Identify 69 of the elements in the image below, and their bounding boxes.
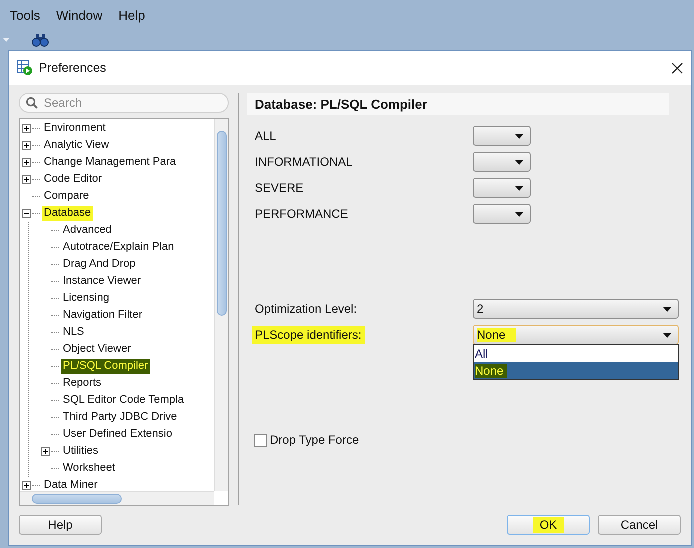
expand-icon[interactable]: [22, 141, 31, 150]
field-label: PERFORMANCE: [255, 207, 350, 221]
dropdown[interactable]: None: [473, 325, 679, 345]
expand-icon[interactable]: [22, 175, 31, 184]
scrollbar-thumb[interactable]: [32, 494, 122, 504]
scrollbar-thumb[interactable]: [216, 131, 226, 316]
search-icon: [26, 97, 38, 109]
dropdown[interactable]: [473, 126, 531, 146]
tree-item[interactable]: Code Editor: [42, 172, 104, 187]
help-button[interactable]: Help: [19, 515, 102, 535]
expand-icon[interactable]: [22, 124, 31, 133]
caret-icon: [663, 306, 672, 312]
search-field[interactable]: Search: [19, 93, 229, 113]
expand-icon[interactable]: [22, 158, 31, 167]
window-title: Preferences: [39, 61, 106, 75]
close-icon[interactable]: [672, 62, 683, 74]
tree-item[interactable]: Instance Viewer: [61, 274, 144, 289]
menu-item[interactable]: Help: [118, 8, 146, 22]
tree-item[interactable]: Change Management Para: [42, 155, 178, 170]
horizontal-scrollbar[interactable]: [20, 491, 214, 505]
tree-item[interactable]: Reports: [61, 376, 104, 391]
tree-item[interactable]: Third Party JDBC Drive: [61, 410, 180, 425]
cancel-button[interactable]: Cancel: [598, 515, 681, 535]
vertical-scrollbar[interactable]: [214, 119, 228, 491]
tree-item[interactable]: Database: [42, 206, 94, 221]
tree-item[interactable]: NLS: [61, 325, 86, 340]
tree-item[interactable]: Data Miner: [42, 478, 100, 491]
tree-item[interactable]: Advanced: [61, 223, 114, 238]
caret-icon: [515, 212, 524, 216]
binoculars-icon[interactable]: [32, 33, 49, 47]
checkbox-label: Drop Type Force: [270, 433, 360, 447]
tree-item[interactable]: Navigation Filter: [61, 308, 144, 323]
checkbox[interactable]: [254, 434, 267, 446]
field-label: Optimization Level:: [255, 302, 358, 316]
dropdown[interactable]: [473, 152, 531, 172]
field-label: SEVERE: [255, 181, 305, 195]
menu-item[interactable]: Window: [56, 8, 103, 22]
collapse-icon[interactable]: [22, 209, 31, 218]
tree-item[interactable]: Environment: [42, 121, 108, 136]
caret-icon: [663, 332, 672, 338]
tree-item[interactable]: Autotrace/Explain Plan: [61, 240, 176, 255]
tree-item[interactable]: Analytic View: [42, 138, 112, 153]
tree-item[interactable]: Worksheet: [61, 461, 118, 476]
dropdown-option[interactable]: None: [474, 362, 678, 379]
tree-item[interactable]: Compare: [42, 189, 92, 204]
menu-item[interactable]: Tools: [10, 8, 40, 22]
expand-icon[interactable]: [41, 447, 50, 456]
tree-item[interactable]: Utilities: [61, 444, 100, 459]
dropdown[interactable]: [473, 204, 531, 224]
tree-item[interactable]: Licensing: [61, 291, 112, 306]
field-label: PLScope identifiers:: [252, 326, 365, 344]
expand-icon[interactable]: [22, 481, 31, 490]
dropdown[interactable]: [473, 178, 531, 198]
tree-item[interactable]: PL/SQL Compiler: [61, 359, 150, 374]
caret-icon: [515, 134, 524, 138]
tree-item[interactable]: SQL Editor Code Templa: [61, 393, 186, 408]
dropdown-option[interactable]: All: [474, 345, 678, 362]
section-heading: Database: PL/SQL Compiler: [247, 93, 669, 115]
tree-item[interactable]: Drag And Drop: [61, 257, 138, 272]
caret-icon: [515, 160, 524, 164]
ok-button[interactable]: OK: [507, 515, 590, 535]
dropdown-arrow-icon[interactable]: [3, 38, 10, 42]
field-label: ALL: [255, 129, 278, 143]
tree-item[interactable]: Object Viewer: [61, 342, 134, 357]
preferences-icon: [17, 60, 33, 76]
caret-icon: [515, 186, 524, 190]
dropdown[interactable]: 2: [473, 299, 679, 319]
field-label: INFORMATIONAL: [255, 155, 354, 169]
tree-item[interactable]: User Defined Extensio: [61, 427, 174, 442]
